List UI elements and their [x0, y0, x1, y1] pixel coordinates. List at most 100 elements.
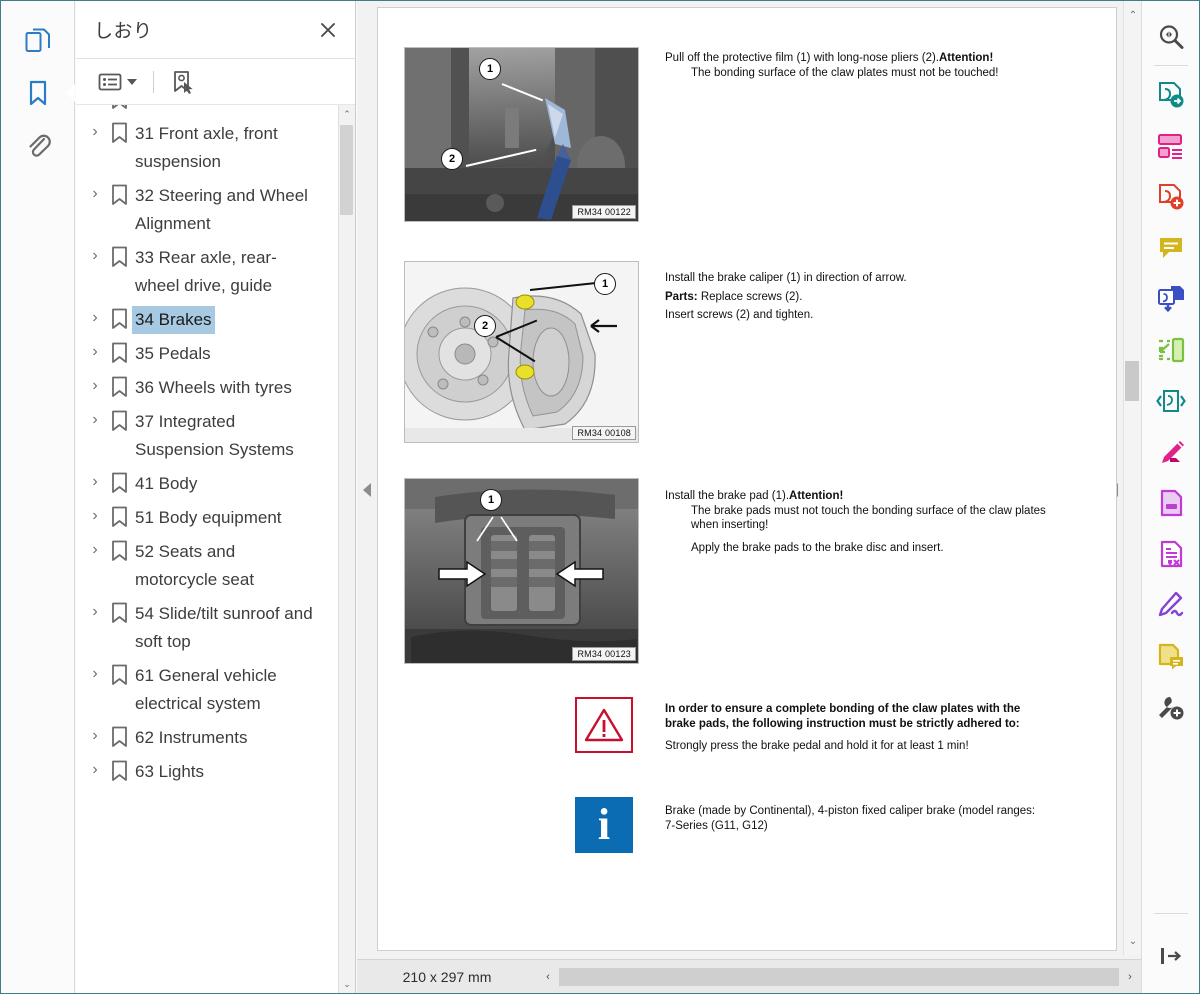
bookmarks-vertical-scrollbar[interactable]: ⌃ ⌄: [338, 105, 355, 993]
sidebar-item-attachments[interactable]: [15, 119, 61, 171]
organize-pages-icon: [1157, 133, 1182, 159]
chevron-right-icon[interactable]: ›: [84, 600, 106, 621]
bookmark-item-label: 32 Steering and Wheel Alignment: [135, 186, 308, 233]
crop-pages-tool-button[interactable]: [1146, 324, 1196, 375]
warning-note-icon-box: [575, 697, 633, 753]
bookmark-item[interactable]: › 35 Pedals: [84, 337, 328, 371]
info-note-heading: Brake (made by Continental), 4-piston fi…: [665, 805, 1036, 832]
chevron-right-icon[interactable]: ›: [84, 758, 106, 779]
bookmark-item[interactable]: › 32 Steering and Wheel Alignment: [84, 179, 328, 241]
chevron-right-icon[interactable]: ›: [84, 182, 106, 203]
bookmark-icon: [106, 374, 132, 398]
sidebar-item-bookmarks[interactable]: [15, 67, 61, 119]
wrench-plus-icon: [1158, 696, 1183, 719]
bookmark-item[interactable]: › 34 Brakes: [84, 303, 328, 337]
step-1-line-1: Pull off the protective film (1) with lo…: [665, 52, 939, 64]
comment-tool-button[interactable]: [1146, 222, 1196, 273]
chevron-right-icon[interactable]: ›: [84, 105, 106, 107]
bookmark-item[interactable]: › 27 Transfer box: [84, 105, 328, 117]
chevron-right-icon[interactable]: ›: [84, 340, 106, 361]
hscroll-track[interactable]: [559, 967, 1119, 986]
document-vertical-scrollbar[interactable]: ⌃ ⌄: [1123, 1, 1141, 955]
redact-tool-button[interactable]: [1146, 528, 1196, 579]
bookmark-item[interactable]: › 33 Rear axle, rear-wheel drive, guide: [84, 241, 328, 303]
bookmark-item[interactable]: › 61 General vehicle electrical system: [84, 659, 328, 721]
prepare-form-tool-button[interactable]: [1146, 630, 1196, 681]
chevron-right-icon[interactable]: ›: [84, 306, 106, 327]
bookmarks-scroll-up-button[interactable]: ⌃: [338, 105, 355, 123]
step-3-text: Install the brake pad (1).Attention! The…: [665, 489, 1055, 555]
bookmark-item[interactable]: › 63 Lights: [84, 755, 328, 789]
protect-tool-button[interactable]: [1146, 477, 1196, 528]
warning-note-text: In order to ensure a complete bonding of…: [665, 702, 1045, 754]
step-2-text: Install the brake caliper (1) in directi…: [665, 271, 1055, 323]
brake-pad-photo-3: [405, 479, 638, 663]
sidebar-item-page-thumbnails[interactable]: [15, 15, 61, 67]
bookmark-item-label: 31 Front axle, front suspension: [135, 124, 278, 171]
bookmarks-scroll-down-button[interactable]: ⌄: [338, 975, 355, 993]
close-panel-button[interactable]: [315, 17, 341, 43]
bookmark-item[interactable]: › 54 Slide/tilt sunroof and soft top: [84, 597, 328, 659]
document-horizontal-scrollbar[interactable]: ‹ ›: [537, 967, 1141, 986]
document-scroll-down-button[interactable]: ⌄: [1124, 931, 1142, 951]
redact-document-icon: [1160, 540, 1182, 567]
close-icon: [321, 22, 335, 37]
bookmark-item[interactable]: › 52 Seats and motorcycle seat: [84, 535, 328, 597]
chevron-right-icon[interactable]: ›: [84, 470, 106, 491]
step-1-line-2: The bonding surface of the claw plates m…: [691, 66, 999, 79]
comment-bubble-icon: [1159, 237, 1182, 258]
more-tools-button[interactable]: [1146, 681, 1196, 732]
bookmark-item[interactable]: › 51 Body equipment: [84, 501, 328, 535]
bookmark-item-label: 52 Seats and motorcycle seat: [135, 542, 255, 589]
callout-1: 1: [594, 273, 616, 295]
bookmarks-panel-header: しおり: [76, 1, 355, 59]
warning-note-heading: In order to ensure a complete bonding of…: [665, 703, 1021, 730]
chevron-right-icon[interactable]: ›: [84, 724, 106, 745]
bookmark-item[interactable]: › 36 Wheels with tyres: [84, 371, 328, 405]
bookmark-item[interactable]: › 41 Body: [84, 467, 328, 501]
chevron-right-icon[interactable]: ›: [84, 244, 106, 265]
warning-note-body: Strongly press the brake pedal and hold …: [665, 740, 969, 752]
compress-pdf-tool-button[interactable]: [1146, 375, 1196, 426]
hscroll-right-button[interactable]: ›: [1119, 967, 1141, 986]
paperclip-icon: [28, 134, 51, 157]
callout-2: 2: [441, 148, 463, 170]
hscroll-left-button[interactable]: ‹: [537, 967, 559, 986]
step-3-line-1-bold: Attention!: [789, 490, 844, 502]
bookmarks-scroll-thumb[interactable]: [340, 125, 353, 215]
chevron-right-icon[interactable]: ›: [84, 662, 106, 683]
combine-files-tool-button[interactable]: [1146, 273, 1196, 324]
organize-pages-tool-button[interactable]: [1146, 120, 1196, 171]
create-pdf-icon: [1158, 183, 1183, 209]
pages-icon: [25, 28, 50, 52]
new-bookmark-button[interactable]: [166, 67, 200, 97]
bookmark-icon: [106, 470, 132, 494]
document-scroll-up-button[interactable]: ⌃: [1124, 5, 1142, 25]
bookmark-item[interactable]: › 31 Front axle, front suspension: [84, 117, 328, 179]
prepare-form-icon: [1158, 643, 1183, 669]
pdf-page: RM34 00122 1 2 Pull off the protective f…: [377, 7, 1117, 951]
signature-icon: [1158, 591, 1183, 616]
collapse-tools-panel-button[interactable]: [1146, 930, 1196, 981]
step-1-text: Pull off the protective film (1) with lo…: [665, 51, 1055, 80]
bookmark-icon: [29, 80, 46, 106]
chevron-right-icon[interactable]: ›: [84, 504, 106, 525]
bookmark-item[interactable]: › 62 Instruments: [84, 721, 328, 755]
left-navigation-rail: [1, 1, 75, 993]
chevron-right-icon[interactable]: ›: [84, 408, 106, 429]
search-tool-button[interactable]: [1146, 11, 1196, 62]
collapse-left-panel-handle[interactable]: [360, 479, 374, 501]
chevron-right-icon[interactable]: ›: [84, 120, 106, 141]
edit-pdf-tool-button[interactable]: [1146, 426, 1196, 477]
create-pdf-tool-button[interactable]: [1146, 171, 1196, 222]
bookmark-item[interactable]: › 37 Integrated Suspension Systems: [84, 405, 328, 467]
bookmark-options-button[interactable]: [94, 70, 141, 94]
page-size-label: 210 x 297 mm: [402, 968, 492, 985]
fill-and-sign-tool-button[interactable]: [1146, 579, 1196, 630]
export-pdf-tool-button[interactable]: [1146, 69, 1196, 120]
bookmark-icon: [106, 538, 132, 562]
figure-caption: RM34 00122: [572, 205, 636, 219]
chevron-right-icon[interactable]: ›: [84, 374, 106, 395]
document-scroll-thumb[interactable]: [1125, 361, 1139, 401]
chevron-right-icon[interactable]: ›: [84, 538, 106, 559]
